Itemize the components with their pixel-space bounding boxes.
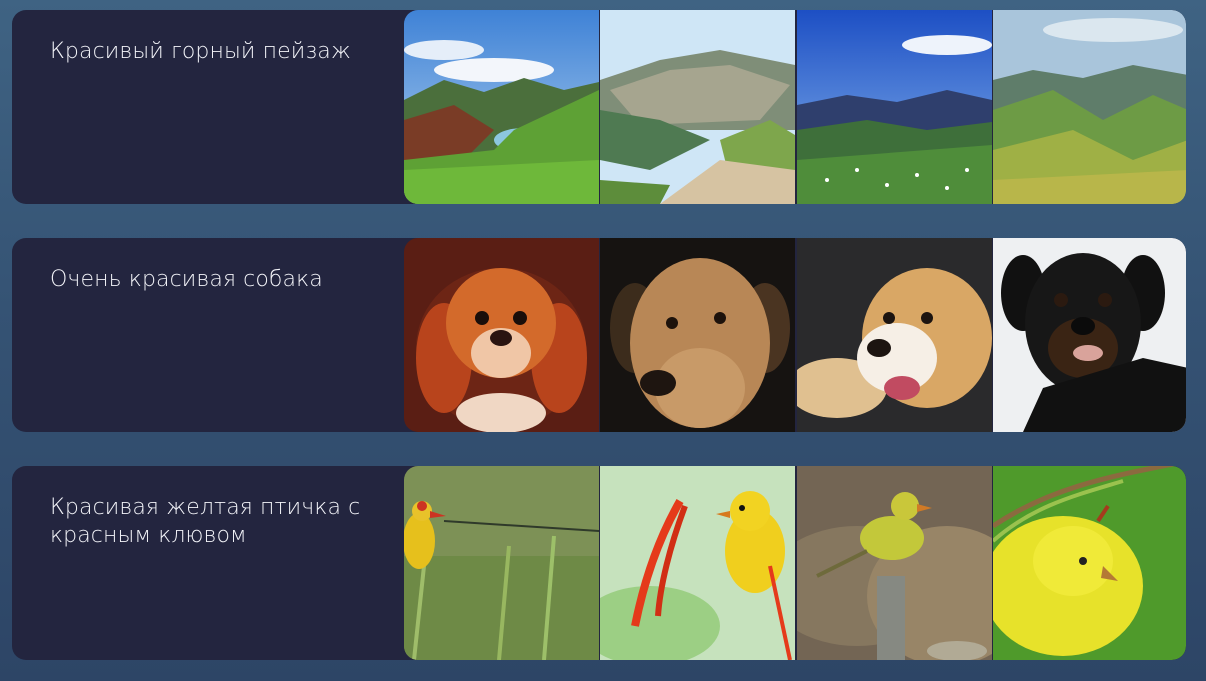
image-strip (404, 466, 1186, 660)
mountain-lake-image[interactable] (404, 10, 599, 204)
prompt-card-2: Очень красивая собака (12, 238, 1186, 432)
green-hills-image[interactable] (992, 10, 1186, 204)
prompt-card-1: Красивый горный пейзаж (12, 10, 1186, 204)
spaniel-dog-image[interactable] (404, 238, 599, 432)
golden-retriever-image[interactable] (796, 238, 992, 432)
bird-on-grass-image[interactable] (404, 466, 599, 660)
prompt-text: Очень красивая собака (50, 267, 323, 292)
image-strip (404, 238, 1186, 432)
image-strip (404, 10, 1186, 204)
prompt-card-3: Красивая желтая птичка с красным клювом (12, 466, 1186, 660)
prompt-text: Красивая желтая птичка с красным клювом (50, 495, 361, 548)
yellow-bird-closeup-image[interactable] (992, 466, 1186, 660)
prompt-text: Красивый горный пейзаж (50, 39, 351, 64)
mountain-valley-image[interactable] (600, 10, 796, 204)
bird-with-red-flower-image[interactable] (600, 466, 796, 660)
bird-on-post-image[interactable] (796, 466, 992, 660)
tan-dog-image[interactable] (600, 238, 796, 432)
mountain-meadow-image[interactable] (796, 10, 992, 204)
black-dog-image[interactable] (992, 238, 1186, 432)
